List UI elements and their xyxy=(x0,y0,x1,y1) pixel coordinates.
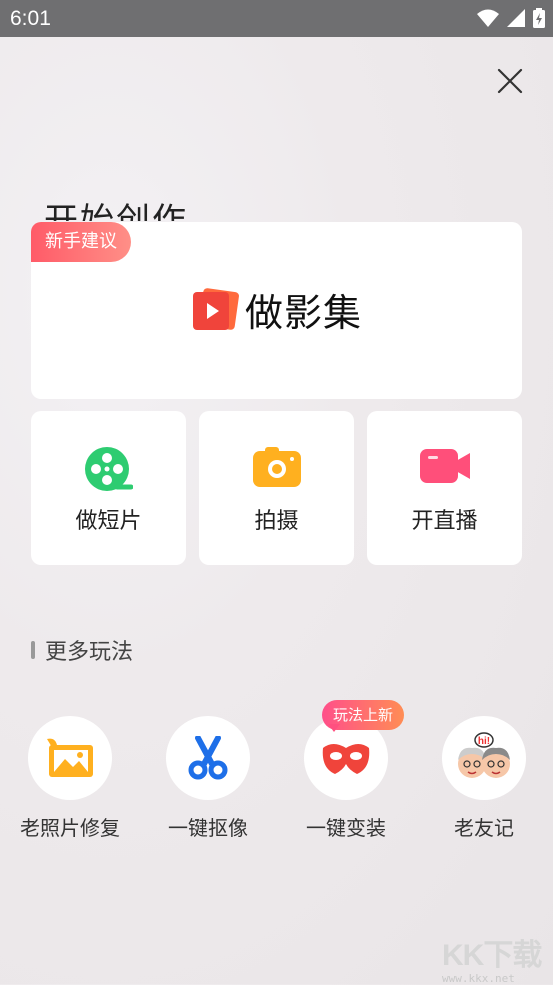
make-album-cta: 做影集 xyxy=(191,282,362,337)
scissors-icon xyxy=(188,736,228,780)
film-reel-icon xyxy=(84,447,133,491)
section-label: 更多玩法 xyxy=(45,640,134,665)
album-play-icon xyxy=(193,287,239,330)
close-icon[interactable] xyxy=(497,68,523,94)
old-friends-feature[interactable]: hi! 老友记 xyxy=(414,716,553,841)
more-section-title: 更多玩法 xyxy=(31,634,133,666)
live-stream-tile[interactable]: 开直播 xyxy=(367,411,522,565)
old-friends-icon: hi! xyxy=(458,732,510,778)
section-bar xyxy=(31,641,35,659)
watermark-logo: KK下载 xyxy=(442,939,542,972)
dress-up-feature[interactable]: 一键变装 xyxy=(276,716,416,841)
photo-restore-feature[interactable]: 老照片修复 xyxy=(0,716,140,841)
camera-icon xyxy=(252,447,301,487)
svg-text:hi!: hi! xyxy=(478,736,490,747)
watermark: KK下载 www.kkx.net xyxy=(442,930,550,985)
feature-label: 一键变装 xyxy=(306,816,386,840)
cutout-feature[interactable]: 一键抠像 xyxy=(138,716,278,841)
battery-icon xyxy=(533,8,545,28)
tile-label: 开直播 xyxy=(411,509,478,534)
video-camera-icon xyxy=(419,449,470,483)
make-album-card[interactable]: 新手建议 做影集 xyxy=(31,222,522,399)
status-icons xyxy=(477,8,545,28)
status-time: 6:01 xyxy=(10,7,51,30)
new-badge-tail xyxy=(328,724,340,732)
feature-icon-circle xyxy=(28,716,112,800)
photo-restore-icon xyxy=(47,738,93,777)
feature-label: 一键抠像 xyxy=(168,816,248,840)
tile-label: 做短片 xyxy=(75,509,142,534)
page-title: 开始创作 xyxy=(44,201,188,221)
status-bar: 6:01 xyxy=(0,0,553,37)
feature-label: 老友记 xyxy=(454,816,514,840)
feature-label: 老照片修复 xyxy=(20,816,120,840)
make-album-label: 做影集 xyxy=(245,291,363,335)
beginner-tip-badge: 新手建议 xyxy=(31,222,131,262)
make-short-video-tile[interactable]: 做短片 xyxy=(31,411,186,565)
wifi-icon xyxy=(477,9,499,27)
feature-icon-circle xyxy=(166,716,250,800)
feature-icon-circle: hi! xyxy=(442,716,526,800)
shoot-tile[interactable]: 拍摄 xyxy=(199,411,354,565)
mask-icon xyxy=(322,744,370,774)
tile-label: 拍摄 xyxy=(254,509,299,534)
signal-icon xyxy=(507,9,525,27)
